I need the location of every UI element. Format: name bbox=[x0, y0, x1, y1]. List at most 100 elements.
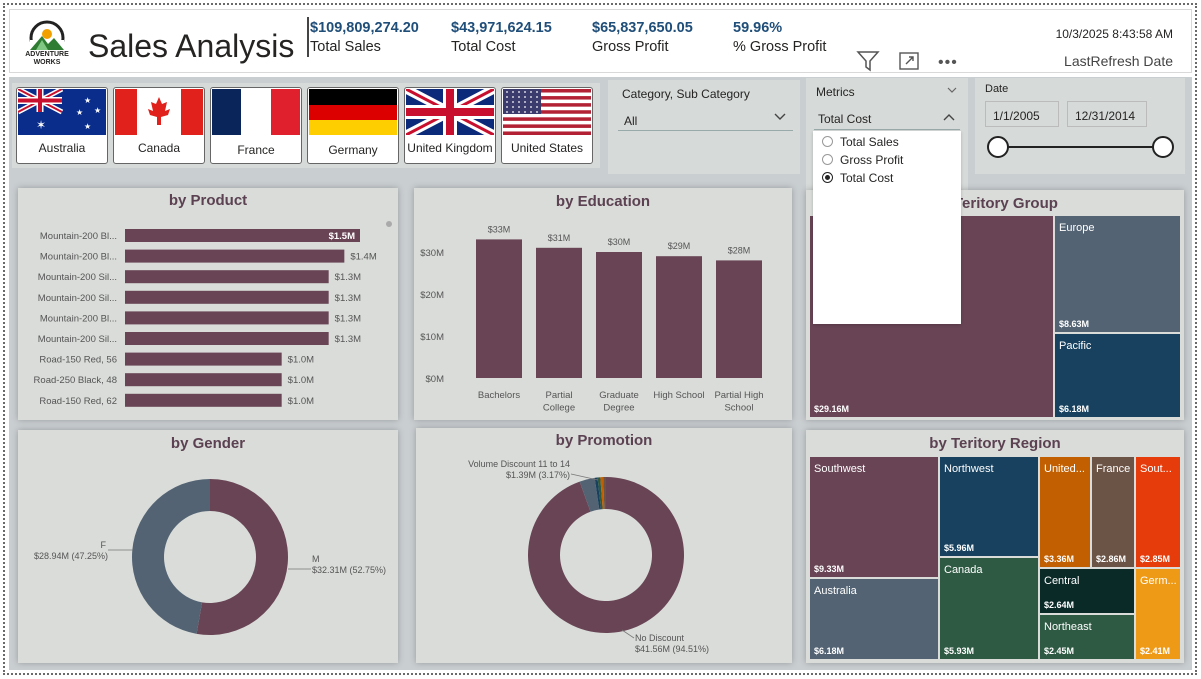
product-bar bbox=[125, 373, 282, 387]
education-chart-card: by Education $0M $10M $20M $30M $33M Bachelor… bbox=[414, 188, 792, 420]
gender-slice bbox=[196, 479, 289, 635]
y-tick-label: $10M bbox=[420, 332, 444, 343]
treemap-cell-france[interactable]: France $2.86M bbox=[1092, 457, 1134, 567]
treemap-cell-canada[interactable]: Canada $5.93M bbox=[940, 558, 1038, 659]
treemap-cell-europe[interactable]: Europe $8.63M bbox=[1055, 216, 1180, 332]
category-slicer: Category, Sub Category All bbox=[608, 80, 800, 174]
flag-button-united-states[interactable]: United States bbox=[501, 87, 593, 164]
flag-button-canada[interactable]: Canada bbox=[113, 87, 205, 164]
united-states-flag-icon bbox=[503, 89, 591, 135]
education-bar-chart: $0M $10M $20M $30M $33M Bachelors $31M Partial C… bbox=[420, 224, 763, 414]
germany-flag-icon bbox=[309, 89, 397, 135]
treemap-cell-central[interactable]: Central $2.64M bbox=[1040, 569, 1134, 613]
flag-label: United Kingdom bbox=[407, 141, 493, 155]
education-category-label: Partial High bbox=[714, 390, 763, 401]
metric-option-total-sales[interactable]: Total Sales bbox=[822, 135, 899, 149]
treemap-cell-northwest[interactable]: Northwest $5.96M bbox=[940, 457, 1038, 556]
end-date-input[interactable]: 12/31/2014 bbox=[1067, 101, 1147, 127]
filter-icon[interactable] bbox=[856, 50, 880, 72]
education-value-label: $30M bbox=[608, 237, 631, 247]
treemap-cell-germany[interactable]: Germ... $2.41M bbox=[1136, 569, 1180, 659]
focus-mode-icon[interactable] bbox=[898, 51, 920, 71]
svg-text:★: ★ bbox=[84, 96, 91, 105]
treemap-cell-united[interactable]: United... $3.36M bbox=[1040, 457, 1090, 567]
kpi-total-sales: $109,809,274.20 Total Sales bbox=[310, 20, 419, 55]
education-value-label: $28M bbox=[728, 245, 751, 255]
chart-title: by Education bbox=[555, 193, 651, 210]
product-label: Mountain-200 Bl... bbox=[40, 252, 117, 263]
product-bar bbox=[125, 290, 329, 304]
education-bar bbox=[656, 256, 702, 378]
gender-slice-label: $32.31M (52.75%) bbox=[312, 565, 386, 575]
product-label: Road-150 Red, 62 bbox=[39, 396, 117, 407]
treemap-cell-south[interactable]: Sout... $2.85M bbox=[1136, 457, 1180, 567]
treemap-cell-australia[interactable]: Australia $6.18M bbox=[810, 579, 938, 659]
metric-option-total-cost[interactable]: Total Cost bbox=[822, 171, 893, 185]
flag-label: Canada bbox=[137, 141, 181, 155]
flag-button-united-kingdom[interactable]: United Kingdom bbox=[404, 87, 496, 164]
product-label: Mountain-200 Sil... bbox=[38, 272, 117, 283]
kpi-gross-profit: $65,837,650.05 Gross Profit bbox=[592, 20, 693, 55]
gender-slice-label: $28.94M (47.25%) bbox=[34, 551, 108, 561]
product-value-label: $1.3M bbox=[335, 293, 361, 304]
category-dropdown[interactable]: All bbox=[618, 107, 793, 131]
treemap-cell-southwest[interactable]: Southwest $9.33M bbox=[810, 457, 938, 577]
gender-slice bbox=[132, 479, 210, 634]
y-tick-label: $0M bbox=[426, 374, 445, 385]
chevron-down-icon bbox=[773, 109, 787, 128]
flag-button-france[interactable]: France bbox=[210, 87, 302, 164]
flag-label: United States bbox=[510, 141, 584, 155]
education-category-label: Partial bbox=[546, 390, 573, 401]
product-value-label: $1.4M bbox=[350, 252, 376, 263]
chevron-down-icon[interactable] bbox=[946, 83, 958, 101]
promotion-leader-line bbox=[621, 629, 635, 639]
chart-title: by Product bbox=[168, 192, 248, 209]
product-bar-chart: Mountain-200 Bl... $1.5M Mountain-200 Bl..… bbox=[34, 229, 377, 407]
product-value-label: $1.0M bbox=[288, 355, 314, 366]
promotion-slice-label: $41.56M (94.51%) bbox=[635, 644, 709, 654]
education-category-label: Degree bbox=[603, 403, 634, 414]
start-date-input[interactable]: 1/1/2005 bbox=[985, 101, 1059, 127]
product-value-label: $1.3M bbox=[335, 272, 361, 283]
metric-option-gross-profit[interactable]: Gross Profit bbox=[822, 153, 903, 167]
flag-label: Australia bbox=[38, 141, 86, 155]
product-bar bbox=[125, 311, 329, 325]
svg-text:★: ★ bbox=[94, 106, 101, 115]
chart-title: by Gender bbox=[170, 435, 246, 452]
product-label: Mountain-200 Bl... bbox=[40, 313, 117, 324]
france-flag-icon bbox=[212, 89, 300, 135]
education-bar bbox=[596, 252, 642, 378]
flag-button-australia[interactable]: ✶ ★ ★ ★ ★ Australia bbox=[16, 87, 108, 164]
product-value-label: $1.5M bbox=[329, 231, 355, 242]
treemap-cell-pacific[interactable]: Pacific $6.18M bbox=[1055, 334, 1180, 417]
flag-button-germany[interactable]: Germany bbox=[307, 87, 399, 164]
date-range-start-handle[interactable] bbox=[987, 136, 1009, 158]
education-category-label: College bbox=[543, 403, 575, 414]
date-range-end-handle[interactable] bbox=[1152, 136, 1174, 158]
more-options-icon[interactable]: ••• bbox=[938, 54, 958, 72]
svg-text:✶: ✶ bbox=[36, 118, 46, 132]
product-bar bbox=[125, 270, 329, 284]
promotion-chart-card: by Promotion Volume Discount 11 to 14 $1.… bbox=[416, 428, 792, 663]
education-category-label: School bbox=[724, 403, 753, 414]
y-tick-label: $20M bbox=[420, 290, 444, 301]
product-label: Mountain-200 Bl... bbox=[40, 231, 117, 242]
education-bar bbox=[536, 247, 582, 378]
metrics-dropdown[interactable]: Total Cost bbox=[814, 106, 960, 130]
date-slicer-label: Date bbox=[985, 83, 1009, 95]
metrics-slicer-label: Metrics bbox=[816, 85, 855, 99]
flag-label: Germany bbox=[328, 143, 378, 157]
treemap-cell-northeast[interactable]: Northeast $2.45M bbox=[1040, 615, 1134, 659]
product-label: Mountain-200 Sil... bbox=[38, 334, 117, 345]
education-category-label: Graduate bbox=[599, 390, 639, 401]
gender-donut-chart: M$32.31M (52.75%) F$28.94M (47.25%) bbox=[34, 479, 386, 635]
education-value-label: $33M bbox=[488, 224, 511, 234]
promotion-slice-label: $1.39M (3.17%) bbox=[506, 470, 570, 480]
date-slicer: Date 1/1/2005 12/31/2014 bbox=[975, 78, 1185, 174]
education-bar bbox=[716, 260, 762, 378]
product-value-label: $1.0M bbox=[288, 375, 314, 386]
product-bar bbox=[125, 332, 329, 345]
svg-text:★: ★ bbox=[84, 122, 91, 131]
promotion-slice-name: No Discount bbox=[635, 633, 685, 643]
australia-flag-icon: ✶ ★★ ★★ bbox=[18, 89, 106, 135]
